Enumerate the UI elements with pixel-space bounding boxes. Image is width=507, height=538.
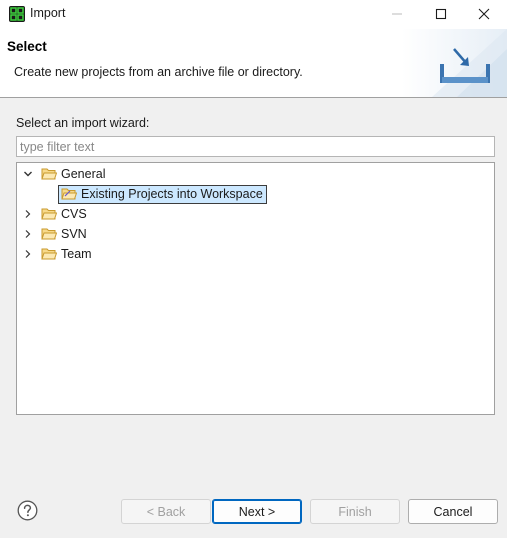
wizard-tree[interactable]: General Existing Projects into Workspace… bbox=[16, 162, 495, 415]
filter-input[interactable] bbox=[16, 136, 495, 157]
back-button[interactable]: < Back bbox=[121, 499, 211, 524]
next-button[interactable]: Next > bbox=[212, 499, 302, 524]
cancel-button[interactable]: Cancel bbox=[408, 499, 498, 524]
wizard-banner: Select Create new projects from an archi… bbox=[0, 29, 507, 97]
chevron-right-icon[interactable] bbox=[23, 209, 33, 219]
tree-item-cvs[interactable]: CVS bbox=[23, 204, 87, 224]
tree-item-label: SVN bbox=[61, 227, 87, 241]
page-title: Select bbox=[7, 39, 47, 54]
tree-item-label: CVS bbox=[61, 207, 87, 221]
window-title: Import bbox=[30, 6, 66, 20]
chevron-down-icon[interactable] bbox=[23, 169, 33, 179]
title-bar: Import bbox=[0, 0, 507, 29]
eclipse-app-icon bbox=[9, 6, 25, 22]
folder-icon bbox=[41, 228, 57, 240]
minimize-icon bbox=[392, 13, 402, 15]
selection-highlight[interactable]: Existing Projects into Workspace bbox=[58, 184, 267, 204]
tree-item-label: General bbox=[61, 167, 106, 181]
help-icon[interactable] bbox=[17, 500, 38, 521]
minimize-button[interactable] bbox=[374, 0, 420, 29]
tree-item-svn[interactable]: SVN bbox=[23, 224, 87, 244]
close-icon bbox=[478, 8, 490, 20]
wizard-select-label: Select an import wizard: bbox=[16, 116, 150, 130]
banner-separator bbox=[0, 97, 507, 98]
import-wizard-icon bbox=[402, 29, 507, 97]
tree-item-existing-projects[interactable]: Existing Projects into Workspace bbox=[58, 184, 267, 204]
folder-icon bbox=[41, 248, 57, 260]
tree-item-general[interactable]: General bbox=[23, 164, 105, 184]
import-projects-icon bbox=[61, 188, 77, 200]
maximize-button[interactable] bbox=[418, 0, 464, 29]
page-description: Create new projects from an archive file… bbox=[14, 65, 303, 79]
folder-icon bbox=[41, 208, 57, 220]
tree-item-label: Team bbox=[61, 247, 92, 261]
close-button[interactable] bbox=[461, 0, 507, 29]
folder-open-icon bbox=[41, 168, 57, 180]
chevron-right-icon[interactable] bbox=[23, 249, 33, 259]
tree-item-label: Existing Projects into Workspace bbox=[81, 187, 263, 201]
tree-item-team[interactable]: Team bbox=[23, 244, 92, 264]
chevron-right-icon[interactable] bbox=[23, 229, 33, 239]
finish-button[interactable]: Finish bbox=[310, 499, 400, 524]
maximize-icon bbox=[435, 8, 447, 20]
